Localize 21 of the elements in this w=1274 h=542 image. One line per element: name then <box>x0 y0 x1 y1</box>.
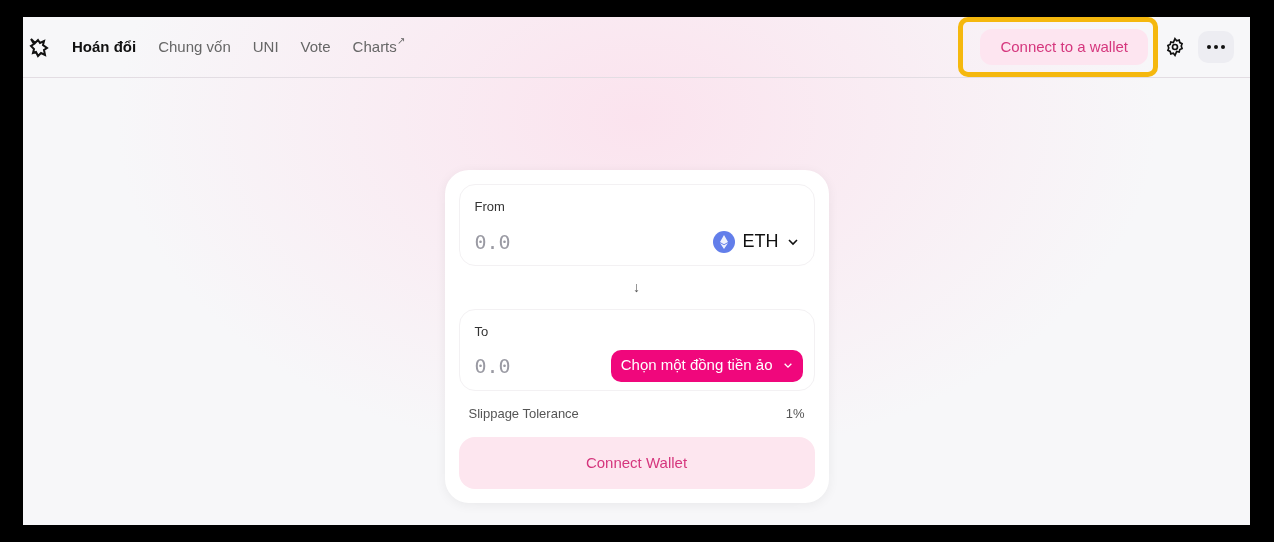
nav-link[interactable]: Chung vốn <box>158 35 231 59</box>
amount-input[interactable]: 0.0 <box>474 350 595 381</box>
chevron-down-icon <box>782 362 793 369</box>
slippage-value: 1% <box>785 405 805 424</box>
connect-wallet-button[interactable]: Connect Wallet <box>458 437 815 489</box>
nav-link[interactable]: Vote <box>300 35 331 59</box>
nav-link[interactable]: Charts↗ <box>352 35 405 59</box>
connect-wallet-button[interactable]: Connect to a wallet <box>980 29 1148 65</box>
amount-input[interactable]: 0.0 <box>474 226 595 257</box>
from-label: From <box>474 198 506 216</box>
more-icon <box>1207 45 1225 49</box>
to-label: To <box>474 323 490 341</box>
nav-link[interactable]: UNI <box>252 35 279 59</box>
chevron-down-icon <box>786 237 799 246</box>
slippage-label: Slippage Tolerance <box>468 405 579 424</box>
select-token-button[interactable]: Chọn một đồng tiền ảo <box>610 349 803 382</box>
token-select[interactable]: ETH <box>712 228 799 255</box>
ethereum-icon <box>712 230 735 253</box>
nav-link[interactable]: Hoán đổi <box>72 35 137 59</box>
swap-direction-arrow[interactable]: ↓ <box>633 277 640 298</box>
more-button[interactable] <box>1198 31 1234 63</box>
